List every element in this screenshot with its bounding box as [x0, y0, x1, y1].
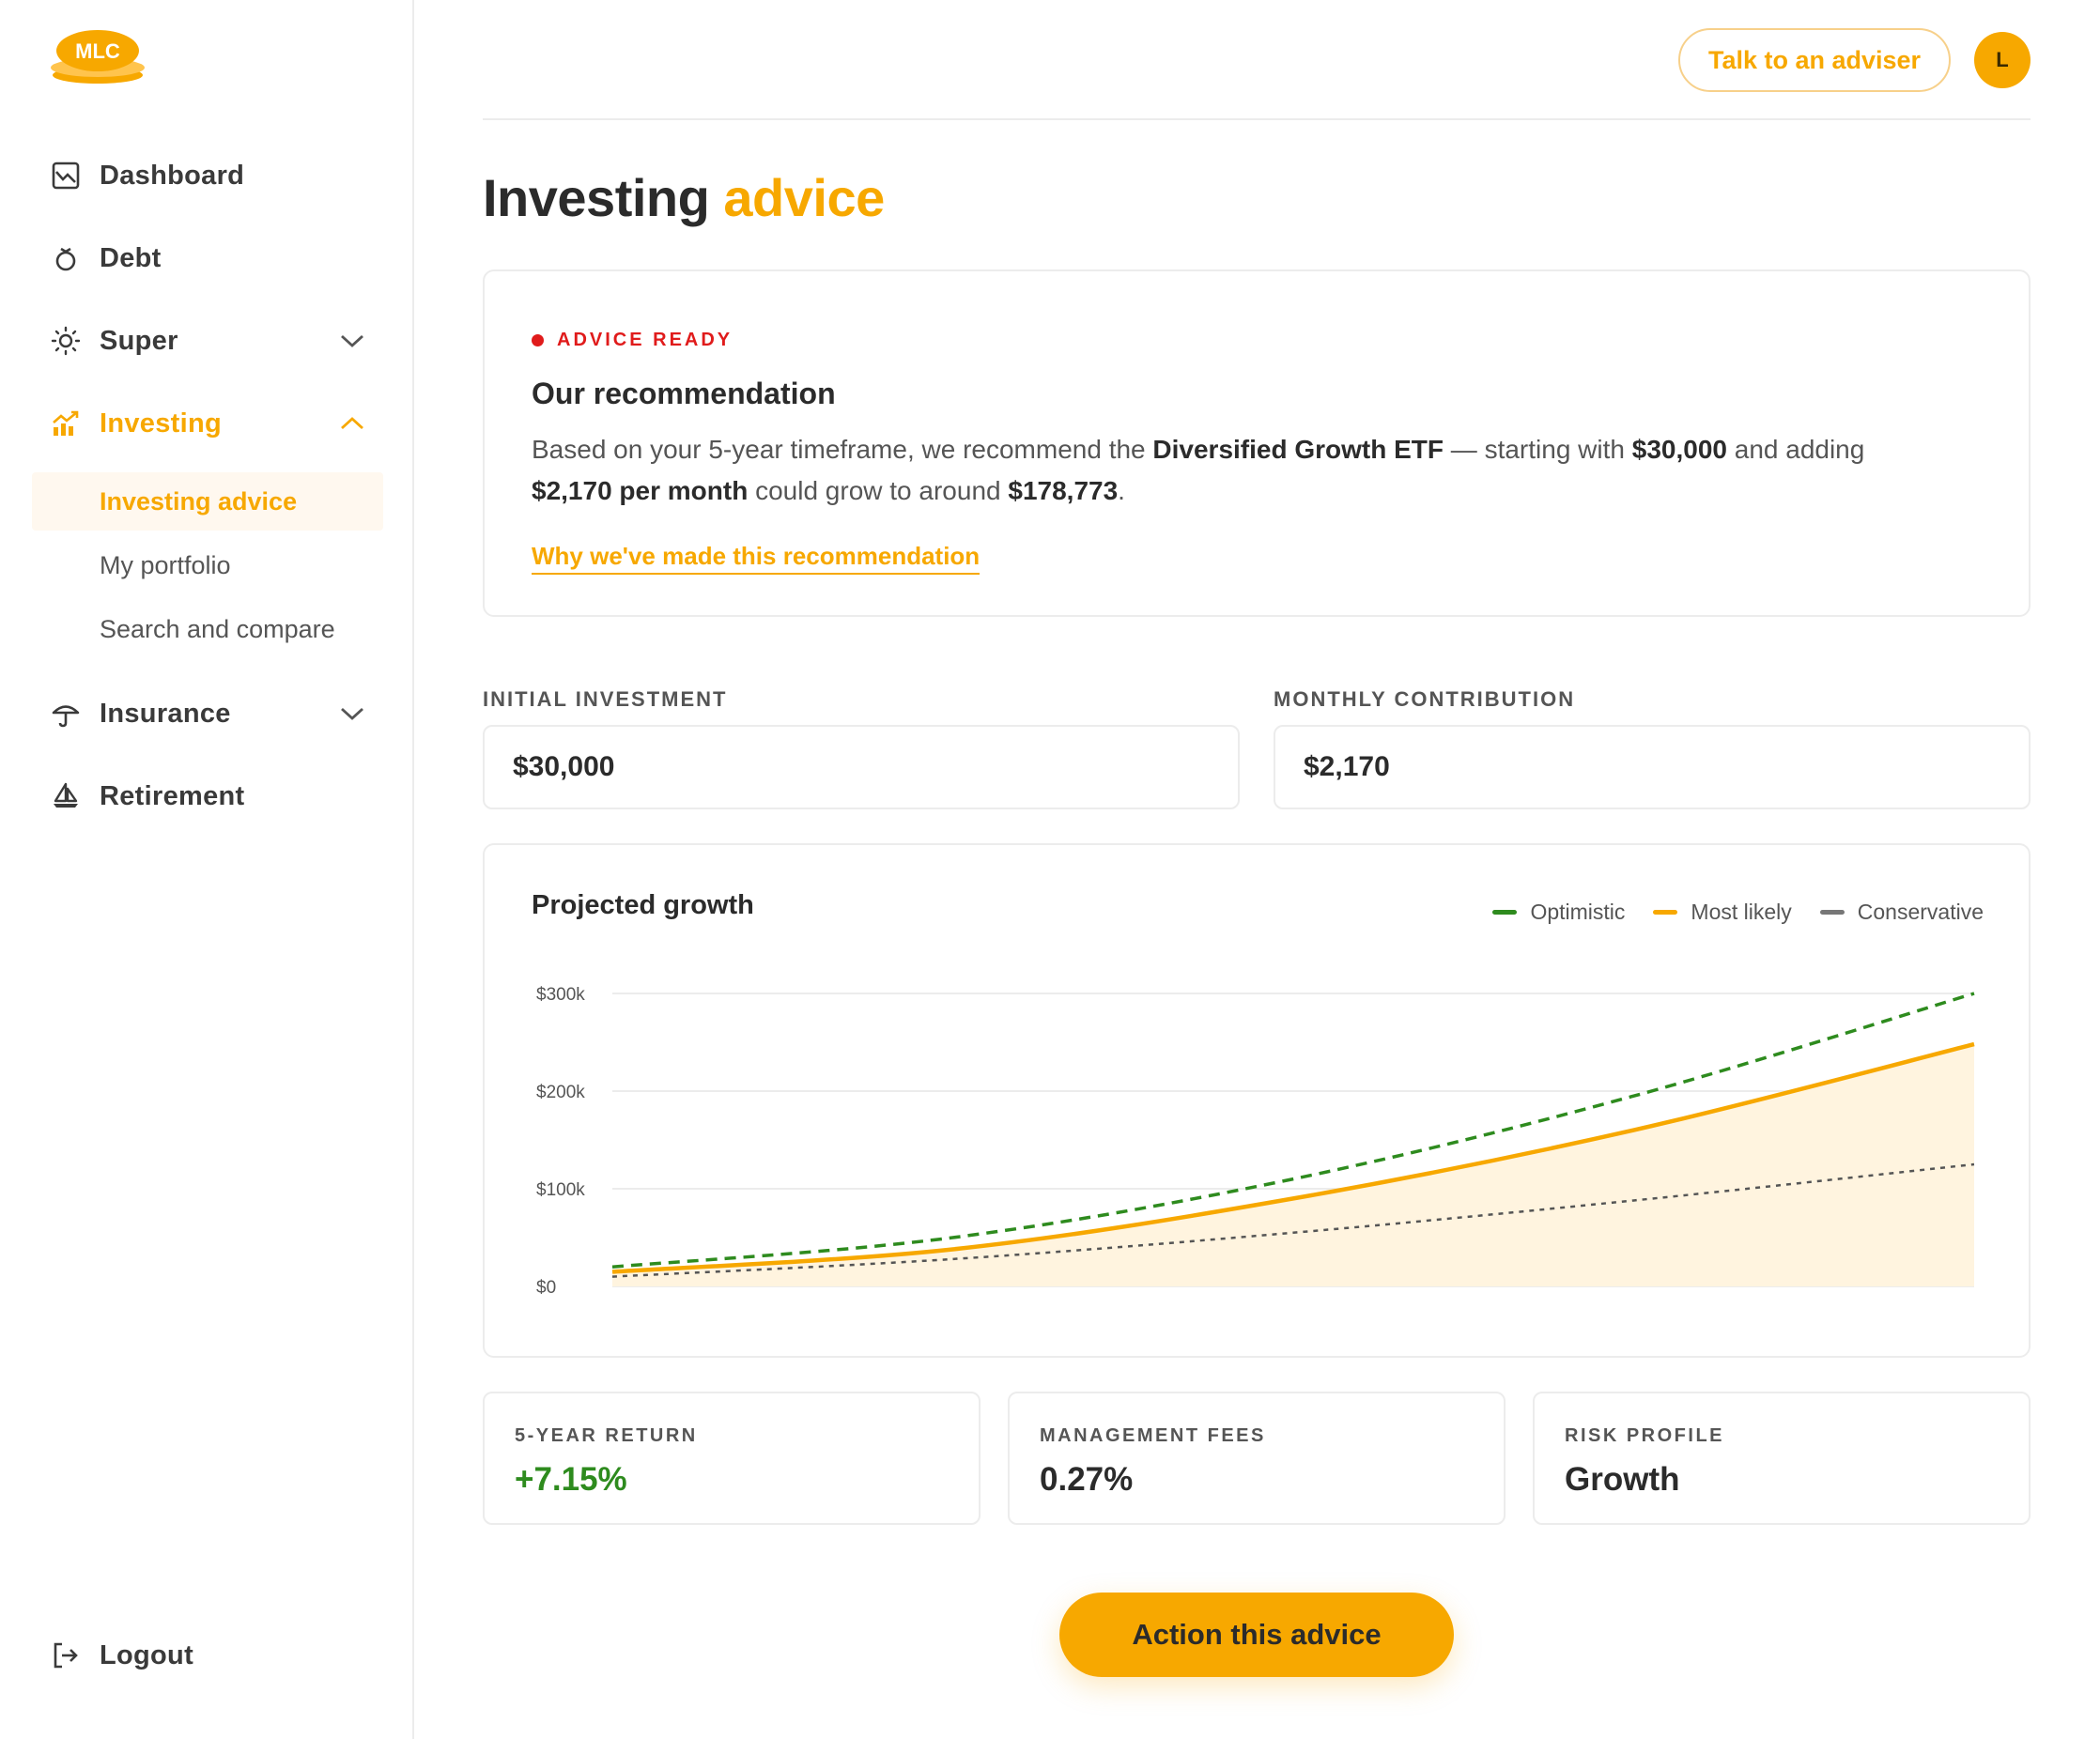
recommendation-card: ADVICE READY Our recommendation Based on… — [483, 269, 2031, 617]
stat-card-risk: RISK PROFILE Growth — [1533, 1392, 2031, 1525]
initial-investment-field[interactable]: $30,000 — [483, 725, 1240, 809]
sidebar-item-label: Dashboard — [100, 160, 245, 191]
status-dot-icon — [532, 334, 544, 346]
chevron-down-icon[interactable] — [338, 701, 366, 726]
rec-text-part: Based on your 5-year timeframe, we recom… — [532, 435, 1153, 464]
chevron-down-icon[interactable] — [338, 329, 366, 353]
y-tick-label: $300k — [536, 985, 585, 1005]
sidebar-item-label: Super — [100, 325, 178, 356]
recommendation-text: Based on your 5-year timeframe, we recom… — [532, 429, 1865, 512]
mlc-logo[interactable]: MLC — [47, 23, 148, 88]
sidebar-item-retirement[interactable]: Retirement — [49, 773, 378, 820]
sidebar-item-label: Debt — [100, 242, 162, 273]
rec-initial-amount: $30,000 — [1631, 435, 1727, 464]
projected-growth-chart: $300k $200k $100k $0 — [536, 985, 1975, 1298]
talk-to-adviser-button[interactable]: Talk to an adviser — [1678, 28, 1951, 92]
sidebar-item-super[interactable]: Super — [49, 317, 378, 364]
y-tick-label: $100k — [536, 1180, 585, 1200]
rec-text-part: . — [1118, 476, 1125, 505]
header-divider — [483, 118, 2031, 120]
why-recommendation-link[interactable]: Why we've made this recommendation — [532, 542, 981, 575]
rec-fund-name: Diversified Growth ETF — [1152, 435, 1444, 464]
page-title: Investing advice — [483, 167, 885, 228]
chart-frame-icon — [49, 159, 83, 192]
stat-value: Growth — [1565, 1461, 1680, 1498]
stat-card-return: 5-YEAR RETURN +7.15% — [483, 1392, 981, 1525]
sidebar-subitem-investing-advice[interactable]: Investing advice — [32, 472, 383, 531]
sidebar-item-label: Insurance — [100, 698, 231, 729]
sidebar-item-dashboard[interactable]: Dashboard — [49, 152, 378, 199]
monthly-contribution-label: MONTHLY CONTRIBUTION — [1274, 687, 1576, 711]
avatar[interactable]: L — [1974, 32, 2031, 88]
sidebar-item-debt[interactable]: Debt — [49, 235, 378, 282]
umbrella-icon — [49, 697, 83, 731]
ring-icon — [49, 241, 83, 275]
sidebar-item-investing[interactable]: Investing — [49, 400, 378, 447]
rec-text-part: could grow to around — [748, 476, 1009, 505]
sailboat-icon — [49, 779, 83, 813]
logout-icon — [49, 1639, 83, 1672]
stat-card-fees: MANAGEMENT FEES 0.27% — [1008, 1392, 1506, 1525]
logout-label: Logout — [100, 1639, 194, 1670]
chevron-up-icon[interactable] — [338, 411, 366, 436]
most-likely-area — [612, 1044, 1974, 1286]
rec-text-part: — starting with — [1444, 435, 1632, 464]
sidebar-item-label: Retirement — [100, 780, 245, 811]
sidebar-subitem-my-portfolio[interactable]: My portfolio — [32, 536, 383, 594]
action-advice-button[interactable]: Action this advice — [1059, 1593, 1454, 1677]
sun-icon — [49, 324, 83, 358]
monthly-contribution-field[interactable]: $2,170 — [1274, 725, 2031, 809]
y-tick-label: $0 — [536, 1278, 556, 1298]
app-frame: MLC Dashboard Debt Super Investing Inves… — [0, 0, 2100, 1739]
stat-label: MANAGEMENT FEES — [1040, 1425, 1266, 1446]
growth-icon — [49, 407, 83, 440]
rec-text-part: and adding — [1726, 435, 1865, 464]
stat-value: +7.15% — [515, 1461, 627, 1498]
status-badge-label: ADVICE READY — [557, 330, 733, 350]
sidebar-item-insurance[interactable]: Insurance — [49, 690, 378, 737]
rec-monthly-amount: $2,170 per month — [532, 476, 749, 505]
stat-value: 0.27% — [1040, 1461, 1134, 1498]
sidebar: MLC Dashboard Debt Super Investing Inves… — [0, 0, 414, 1739]
sidebar-subitem-search-and-compare[interactable]: Search and compare — [32, 600, 383, 658]
rec-projected-amount: $178,773 — [1008, 476, 1119, 505]
recommendation-title: Our recommendation — [532, 377, 836, 410]
logout-button[interactable]: Logout — [49, 1632, 378, 1679]
y-tick-label: $200k — [536, 1083, 585, 1102]
stat-label: RISK PROFILE — [1565, 1425, 1725, 1446]
page-title-main: Investing — [483, 168, 710, 227]
stat-label: 5-YEAR RETURN — [515, 1425, 698, 1446]
logo-text: MLC — [75, 39, 120, 63]
initial-investment-label: INITIAL INVESTMENT — [483, 687, 728, 711]
sidebar-item-label: Investing — [100, 408, 222, 439]
page-title-accent: advice — [723, 168, 885, 227]
projected-growth-card: Projected growth Optimistic Most likely … — [483, 843, 2031, 1358]
status-badge: ADVICE READY — [532, 330, 733, 351]
